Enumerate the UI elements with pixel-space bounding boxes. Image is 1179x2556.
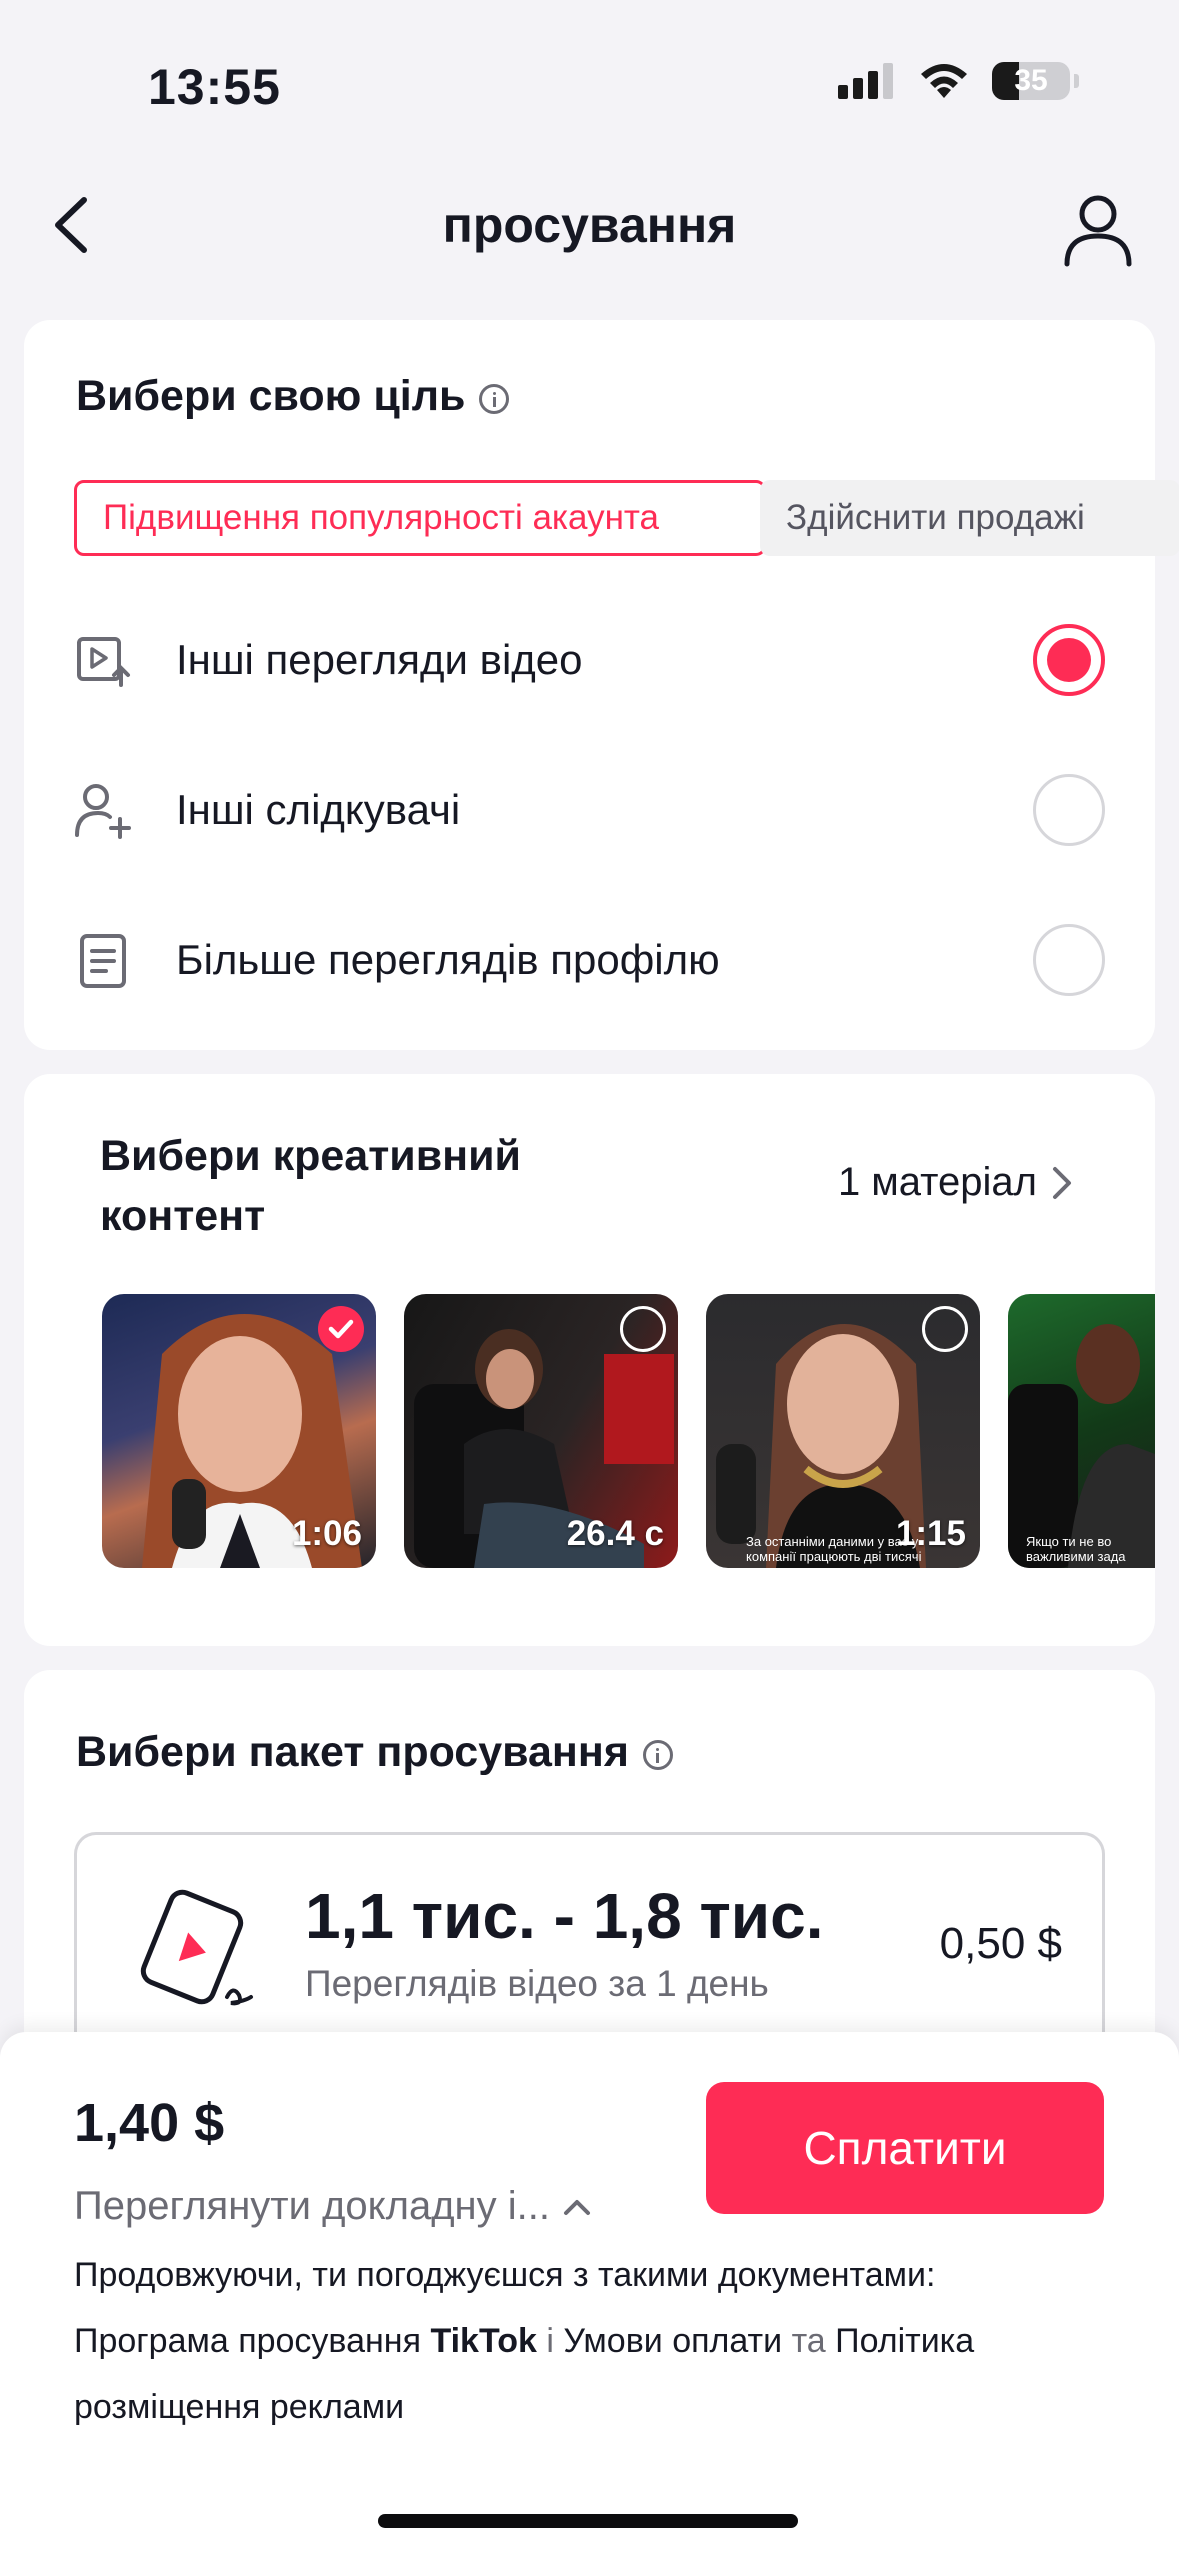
selected-check-icon[interactable] [318,1306,364,1352]
unselected-circle-icon[interactable] [620,1306,666,1352]
package-price: 0,50 $ [939,1919,1062,1968]
details-link-text: Переглянути докладну і... [74,2184,550,2228]
tab-make-sales[interactable]: Здійснити продажі [760,480,1179,556]
goal-card: Вибери свою ціль Підвищення популярності… [24,320,1179,1050]
package-range: 1,1 тис. - 1,8 тис. [305,1880,824,1952]
profile-doc-icon [80,934,126,988]
legal-intro: Продовжуючи, ти погоджуєшся з такими док… [74,2256,936,2294]
status-time: 13:55 [148,59,281,115]
goal-option-followers[interactable]: Інші слідкувачі [24,745,1155,875]
brand-name: TikTok [430,2322,537,2360]
package-section-title: Вибери пакет просування [76,1728,673,1777]
legal-conj: та [791,2322,826,2360]
video-duration: 1:15 [895,1514,966,1553]
video-card-icon [140,1889,253,2006]
status-icons: 35 [838,62,1079,100]
total-price: 1,40 $ [74,2093,225,2153]
package-title: Вибери пакет просування [76,1728,629,1776]
page-title: просування [442,197,737,253]
video-views-icon [77,637,130,687]
radio-unselected[interactable] [1033,774,1105,846]
unselected-circle-icon[interactable] [922,1306,968,1352]
add-follower-icon [75,784,131,839]
chevron-right-icon [1053,1166,1071,1199]
tab-account-popularity[interactable]: Підвищення популярності акаунта [74,480,766,556]
creative-title-line2: контент [100,1192,266,1240]
goal-option-profile-views[interactable]: Більше переглядів профілю [24,895,1155,1025]
video-duration: 1:06 [291,1514,362,1553]
video-thumbnail-4[interactable]: Якщо ти не во важливими зада [1008,1294,1155,1568]
material-count-link[interactable]: 1 матеріал [838,1160,1073,1205]
goal-section-title: Вибери свою ціль [76,372,510,421]
details-link[interactable]: Переглянути докладну і... [74,2184,592,2229]
wifi-icon [921,64,967,98]
pay-button[interactable]: Сплатити [706,2082,1104,2214]
creative-card: Вибери креативний контент 1 матеріал 1:0… [24,1074,1155,1646]
creative-title-line1: Вибери креативний [100,1132,521,1180]
cellular-signal-icon [838,63,893,99]
creative-section-title: Вибери креативний контент [100,1126,521,1246]
video-thumbnail-2[interactable]: 26.4 с [404,1294,678,1568]
checkout-footer: 1,40 $ Переглянути докладну і... Сплатит… [0,2032,1179,2556]
material-count: 1 матеріал [837,1160,1037,1204]
video-thumbnail-1[interactable]: 1:06 [102,1294,376,1568]
legal-text: Продовжуючи, ти погоджуєшся з такими док… [74,2242,1114,2440]
payment-terms-link[interactable]: Умови оплати [563,2322,782,2360]
home-indicator[interactable] [378,2514,798,2528]
battery-tip [1074,74,1079,88]
info-icon[interactable] [642,1739,673,1770]
package-subtitle: Переглядів відео за 1 день [305,1963,769,2004]
promotion-program-link[interactable]: Програма просування [74,2322,421,2360]
legal-and: і [546,2322,554,2360]
option-label: Інші слідкувачі [176,786,461,833]
radio-selected[interactable] [1033,624,1105,696]
radio-unselected[interactable] [1033,924,1105,996]
battery-icon: 35 [992,62,1070,100]
thumbnail-image [1008,1324,1155,1568]
video-thumbnail-3[interactable]: За останніми даними у вас у компанії пра… [706,1294,980,1568]
person-icon [1064,195,1132,267]
chevron-up-icon [563,2199,590,2215]
package-card: Вибери пакет просування 1,1 тис. - 1,8 т… [24,1670,1155,2090]
video-duration: 26.4 с [566,1514,664,1553]
option-label: Більше переглядів профілю [176,936,720,983]
profile-button[interactable] [1061,190,1135,270]
option-label: Інші перегляди відео [176,636,583,683]
video-caption: Якщо ти не во важливими зада [1026,1534,1126,1564]
info-icon[interactable] [479,383,510,414]
battery-level: 35 [1014,64,1048,97]
goal-title: Вибери свою ціль [76,372,466,420]
goal-option-video-views[interactable]: Інші перегляди відео [24,595,1155,725]
